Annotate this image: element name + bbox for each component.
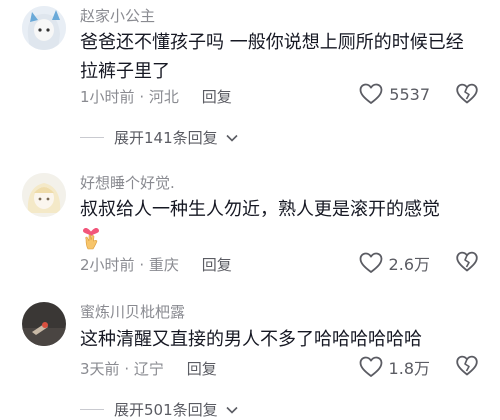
avatar-image	[22, 6, 66, 50]
comment-time: 2小时前	[80, 256, 135, 274]
comment-username[interactable]: 好想睡个好觉.	[80, 172, 175, 193]
broken-heart-icon[interactable]	[456, 251, 478, 273]
reply-button[interactable]: 回复	[202, 88, 232, 106]
comment-text: 叔叔给人一种生人勿近，熟人更是滚开的感觉	[80, 199, 440, 220]
avatar[interactable]	[22, 6, 66, 50]
reply-button[interactable]: 回复	[202, 256, 232, 274]
comment-location: 重庆	[148, 256, 179, 274]
expand-replies-button[interactable]: 展开141条回复	[80, 127, 238, 148]
broken-heart-icon[interactable]	[456, 355, 478, 377]
comment-item: 赵家小公主 爸爸还不懂孩子吗 一般你说想上厕所的时候已经拉裤子里了 1小时前 ·…	[0, 0, 500, 150]
like-count: 5537	[389, 84, 430, 104]
heart-icon	[359, 83, 383, 104]
comment-meta: 1小时前 · 河北 回复	[80, 86, 232, 107]
comment-time: 3天前	[80, 360, 120, 378]
comment-username[interactable]: 蜜炼川贝枇杷露	[80, 301, 185, 322]
like-button[interactable]: 1.8万	[359, 355, 430, 379]
meta-separator: ·	[139, 256, 145, 274]
comment-meta: 3天前 · 辽宁 回复	[80, 358, 217, 379]
avatar[interactable]	[22, 173, 66, 217]
expand-replies-label: 展开501条回复	[114, 401, 218, 419]
comment-meta: 2小时前 · 重庆 回复	[80, 254, 232, 275]
comment-username[interactable]: 赵家小公主	[80, 5, 155, 26]
comment-text: 爸爸还不懂孩子吗 一般你说想上厕所的时候已经拉裤子里了	[80, 32, 464, 82]
comment-text: 这种清醒又直接的男人不多了哈哈哈哈哈哈	[80, 329, 422, 350]
comment-location: 河北	[148, 88, 179, 106]
avatar-image	[22, 302, 66, 346]
divider-line	[80, 137, 104, 138]
comment-time: 1小时前	[80, 88, 135, 106]
heart-hand-emoji-icon	[83, 228, 99, 250]
expand-replies-button[interactable]: 展开501条回复	[80, 399, 238, 420]
broken-heart-icon[interactable]	[456, 83, 478, 105]
chevron-down-icon	[226, 134, 238, 142]
meta-separator: ·	[124, 360, 130, 378]
chevron-down-icon	[226, 406, 238, 414]
avatar-image	[22, 173, 66, 217]
heart-icon	[359, 252, 382, 273]
like-button[interactable]: 5537	[359, 83, 430, 105]
expand-replies-label: 展开141条回复	[114, 129, 218, 147]
like-count: 1.8万	[388, 359, 430, 378]
like-count: 2.6万	[388, 255, 430, 274]
like-button[interactable]: 2.6万	[359, 251, 430, 275]
avatar[interactable]	[22, 302, 66, 346]
divider-line	[80, 409, 104, 410]
meta-separator: ·	[139, 88, 145, 106]
reply-button[interactable]: 回复	[187, 360, 217, 378]
comment-location: 辽宁	[133, 360, 164, 378]
heart-icon	[359, 356, 382, 377]
